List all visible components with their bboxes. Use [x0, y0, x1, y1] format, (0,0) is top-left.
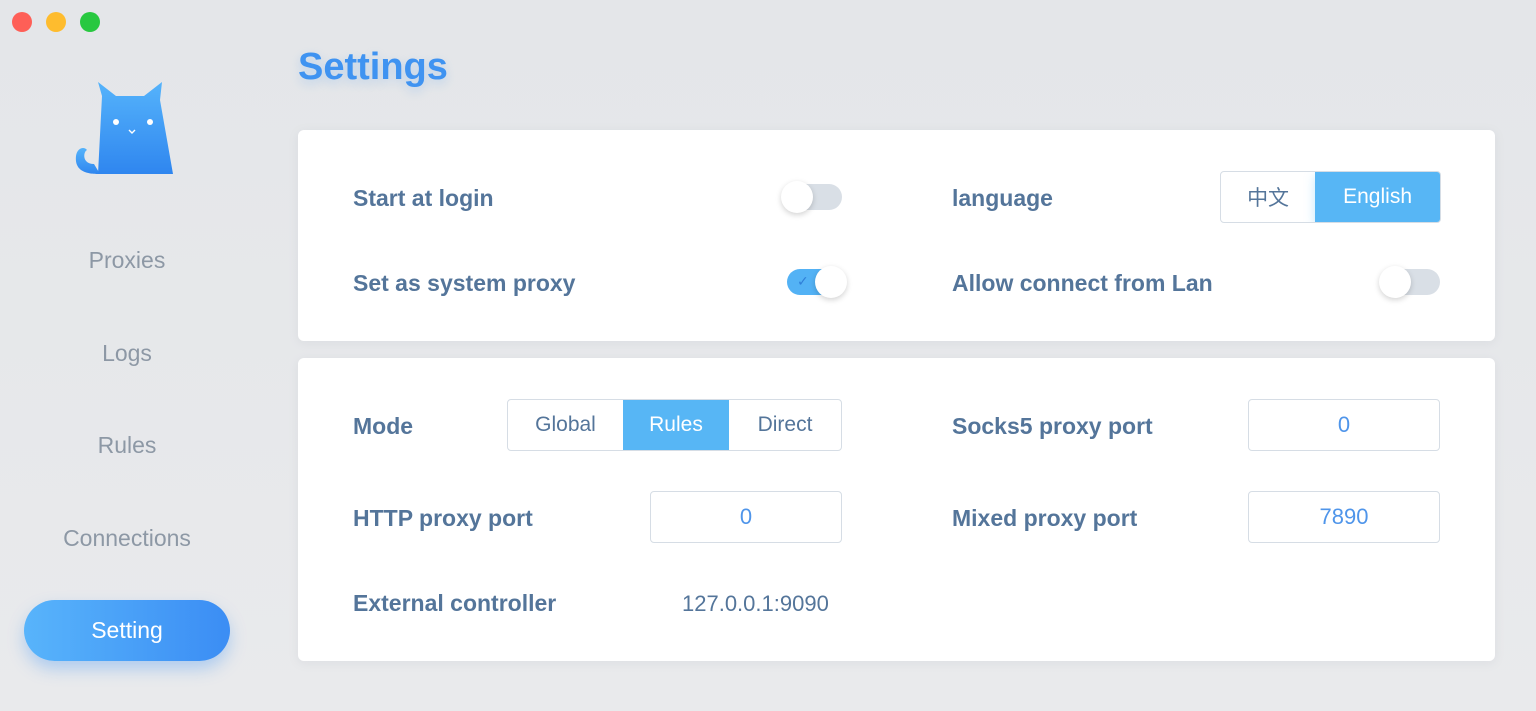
- system-proxy-label: Set as system proxy: [353, 270, 576, 296]
- sidebar: Proxies Logs Rules Connections Setting: [0, 0, 254, 711]
- mode-selector[interactable]: Global Rules Direct: [507, 399, 842, 451]
- language-option-english[interactable]: English: [1315, 172, 1440, 222]
- check-icon: ✓: [797, 273, 809, 289]
- external-controller-label: External controller: [353, 590, 557, 616]
- nav-item-logs[interactable]: Logs: [0, 340, 254, 367]
- page-title: Settings: [298, 46, 448, 88]
- mode-option-direct[interactable]: Direct: [729, 400, 841, 450]
- socks5-port-input[interactable]: 0: [1248, 399, 1440, 451]
- start-at-login-label: Start at login: [353, 185, 494, 211]
- mode-option-rules[interactable]: Rules: [623, 400, 729, 450]
- socks5-port-label: Socks5 proxy port: [952, 413, 1153, 439]
- http-port-label: HTTP proxy port: [353, 505, 533, 531]
- cat-logo-icon: [75, 82, 173, 174]
- allow-lan-toggle[interactable]: [1379, 266, 1442, 298]
- nav-item-setting[interactable]: Setting: [24, 600, 230, 661]
- external-controller-value[interactable]: 127.0.0.1:9090: [682, 591, 829, 617]
- mode-label: Mode: [353, 413, 414, 439]
- mixed-port-label: Mixed proxy port: [952, 505, 1138, 531]
- language-selector[interactable]: 中文 English: [1220, 171, 1441, 223]
- allow-lan-label: Allow connect from Lan: [952, 270, 1213, 296]
- proxy-settings-card: Mode Global Rules Direct Socks5 proxy po…: [298, 358, 1495, 661]
- nav-item-connections[interactable]: Connections: [0, 525, 254, 552]
- toggle-knob: [781, 181, 813, 213]
- http-port-input[interactable]: 0: [650, 491, 842, 543]
- toggle-knob: [815, 266, 847, 298]
- toggle-knob: [1379, 266, 1411, 298]
- nav-item-rules[interactable]: Rules: [0, 432, 254, 459]
- app-window: Proxies Logs Rules Connections Setting S…: [0, 0, 1536, 711]
- mixed-port-input[interactable]: 7890: [1248, 491, 1440, 543]
- nav-item-proxies[interactable]: Proxies: [0, 247, 254, 274]
- system-proxy-toggle[interactable]: ✓: [787, 266, 847, 298]
- language-option-chinese[interactable]: 中文: [1221, 172, 1315, 222]
- general-settings-card: Start at login Set as system proxy ✓ lan…: [298, 130, 1495, 341]
- start-at-login-toggle[interactable]: [781, 181, 844, 213]
- mode-option-global[interactable]: Global: [508, 400, 623, 450]
- language-label: language: [952, 185, 1053, 211]
